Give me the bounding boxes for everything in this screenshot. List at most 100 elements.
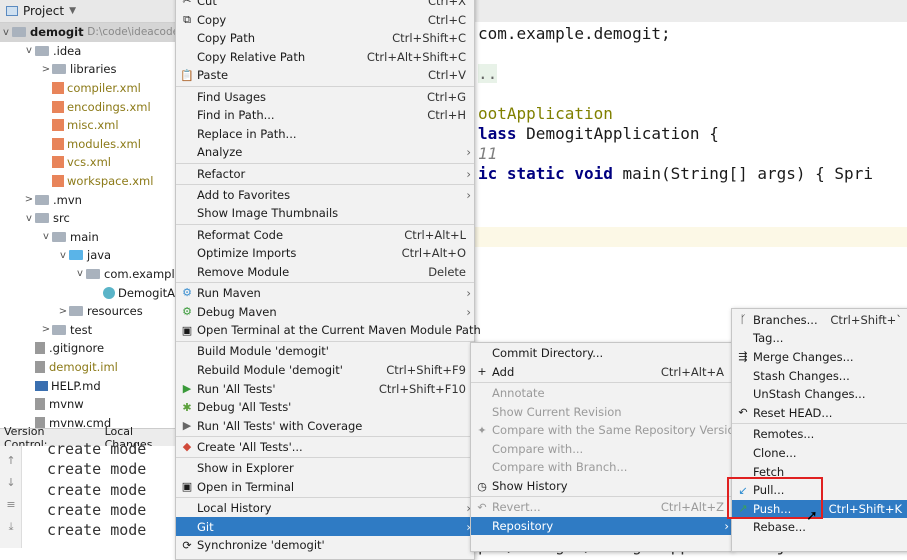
menu-item-rebuild-module-demogit[interactable]: Rebuild Module 'demogit' Ctrl+Shift+F9: [176, 361, 474, 380]
menu-item-run-all-tests[interactable]: ▶ Run 'All Tests' Ctrl+Shift+F10: [176, 379, 474, 398]
menu-item-show-image-thumbnails[interactable]: Show Image Thumbnails: [176, 204, 474, 223]
tree-item[interactable]: v src: [23, 209, 70, 228]
code-editor[interactable]: com.example.demogit; .. ootApplication l…: [475, 0, 907, 310]
chevron-down-icon[interactable]: v: [74, 268, 86, 279]
menu-item-add[interactable]: + Add Ctrl+Alt+A: [471, 363, 732, 382]
menu-item-find-in-path[interactable]: Find in Path... Ctrl+H: [176, 106, 474, 125]
menu-item-merge-changes[interactable]: ⇶ Merge Changes...: [732, 348, 907, 367]
tree-item[interactable]: v java: [57, 246, 111, 265]
chevron-down-icon[interactable]: v: [40, 231, 52, 242]
tree-item[interactable]: .gitignore: [23, 339, 104, 358]
tree-item[interactable]: > test: [40, 321, 92, 340]
menu-item-clone[interactable]: Clone...: [732, 444, 907, 463]
menu-item-tag[interactable]: Tag...: [732, 329, 907, 348]
menu-item-local-history[interactable]: Local History ›: [176, 499, 474, 518]
menu-item-show-current-revision[interactable]: Show Current Revision: [471, 402, 732, 421]
menu-item-label: Run Maven: [197, 285, 261, 300]
arrow-down-icon[interactable]: ↓: [0, 476, 22, 489]
menu-item-rebase[interactable]: Rebase...: [732, 518, 907, 537]
menu-item-remove-module[interactable]: Remove Module Delete: [176, 263, 474, 282]
menu-item-stash-changes[interactable]: Stash Changes...: [732, 366, 907, 385]
menu-item-compare-with[interactable]: Compare with...: [471, 440, 732, 459]
chevron-right-icon[interactable]: >: [40, 64, 52, 75]
tree-item[interactable]: encodings.xml: [40, 97, 151, 116]
menu-item-git[interactable]: Git ›: [176, 517, 474, 536]
menu-item-label: Rebase...: [753, 520, 806, 535]
menu-item-copy-relative-path[interactable]: Copy Relative Path Ctrl+Alt+Shift+C: [176, 48, 474, 67]
menu-item-unstash-changes[interactable]: UnStash Changes...: [732, 385, 907, 404]
tree-item[interactable]: > resources: [57, 302, 143, 321]
menu-item-paste[interactable]: 📋 Paste Ctrl+V: [176, 66, 474, 85]
menu-item-annotate[interactable]: Annotate: [471, 384, 732, 403]
tree-item[interactable]: > libraries: [40, 60, 117, 79]
menu-item-revert[interactable]: ↶ Revert... Ctrl+Alt+Z: [471, 498, 732, 517]
menu-item-debug-all-tests[interactable]: ✱ Debug 'All Tests': [176, 398, 474, 417]
menu-item-open-terminal-at-the-current-maven-module-path[interactable]: ▣ Open Terminal at the Current Maven Modu…: [176, 321, 481, 340]
menu-item-copy-path[interactable]: Copy Path Ctrl+Shift+C: [176, 29, 474, 48]
root-path: D:\code\ideacode: [87, 26, 180, 39]
tree-item[interactable]: v main: [40, 228, 99, 247]
chevron-down-icon[interactable]: v: [57, 250, 69, 261]
tree-item[interactable]: HELP.md: [23, 376, 101, 395]
tree-item[interactable]: mvnw: [23, 395, 84, 414]
menu-item-add-to-favorites[interactable]: Add to Favorites ›: [176, 186, 474, 205]
menu-item-commit-directory[interactable]: Commit Directory...: [471, 344, 732, 363]
tree-item-label: resources: [87, 304, 143, 319]
tree-item[interactable]: DemogitAp: [91, 283, 182, 302]
context-menu: ✂ Cut Ctrl+X ⧉ Copy Ctrl+C Copy Path Ctrl+Shift…: [175, 0, 481, 560]
chevron-down-icon[interactable]: ▼: [69, 6, 76, 16]
menu-item-debug-maven[interactable]: ⚙ Debug Maven ›: [176, 302, 474, 321]
soft-wrap-icon[interactable]: ≡: [0, 498, 22, 511]
chevron-right-icon[interactable]: >: [57, 306, 69, 317]
project-header[interactable]: Project ▼: [0, 0, 180, 23]
menu-item-build-module-demogit[interactable]: Build Module 'demogit': [176, 342, 474, 361]
menu-item-show-history[interactable]: ◷ Show History: [471, 477, 732, 496]
menu-item-run-all-tests-with-coverage[interactable]: ▶ Run 'All Tests' with Coverage: [176, 417, 474, 436]
menu-item-find-usages[interactable]: Find Usages Ctrl+G: [176, 87, 474, 106]
menu-item-compare-with-the-same-repository-version[interactable]: ✦ Compare with the Same Repository Versio…: [471, 421, 741, 440]
folded-imports[interactable]: ..: [478, 64, 498, 83]
menu-item-synchronize-demogit[interactable]: ⟳ Synchronize 'demogit': [176, 536, 474, 555]
menu-item-cut[interactable]: ✂ Cut Ctrl+X: [176, 0, 474, 10]
menu-item-optimize-imports[interactable]: Optimize Imports Ctrl+Alt+O: [176, 244, 474, 263]
menu-item-branches[interactable]: ᚴ Branches... Ctrl+Shift+`: [732, 311, 907, 330]
tree-item[interactable]: v com.example.: [74, 265, 185, 284]
menu-item-analyze[interactable]: Analyze ›: [176, 143, 474, 162]
root-name: demogit: [30, 25, 84, 40]
tree-item[interactable]: compiler.xml: [40, 79, 141, 98]
tree-item[interactable]: vcs.xml: [40, 153, 111, 172]
chevron-right-icon[interactable]: >: [40, 324, 52, 335]
copy-icon: ⧉: [183, 12, 191, 26]
menu-item-reset-head[interactable]: ↶ Reset HEAD...: [732, 404, 907, 423]
menu-item-repository[interactable]: Repository ›: [471, 516, 732, 536]
menu-item-refactor[interactable]: Refactor ›: [176, 164, 474, 183]
menu-item-label: Reset HEAD...: [753, 405, 833, 420]
menu-item-show-in-explorer[interactable]: Show in Explorer: [176, 459, 474, 478]
menu-item-replace-in-path[interactable]: Replace in Path...: [176, 125, 474, 144]
menu-item-run-maven[interactable]: ⚙ Run Maven ›: [176, 284, 474, 303]
project-title: Project: [23, 4, 65, 18]
chevron-down-icon[interactable]: v: [23, 45, 35, 56]
tree-root[interactable]: v demogit D:\code\ideacode: [0, 23, 180, 42]
menu-item-create-all-tests[interactable]: ◆ Create 'All Tests'...: [176, 438, 474, 457]
branches-icon: ᚴ: [739, 313, 747, 327]
tree-item[interactable]: demogit.iml: [23, 358, 118, 377]
menu-item-remotes[interactable]: Remotes...: [732, 425, 907, 444]
tree-item[interactable]: modules.xml: [40, 135, 141, 154]
tree-item[interactable]: misc.xml: [40, 116, 119, 135]
folder-icon: [52, 64, 66, 75]
tree-item[interactable]: > .mvn: [23, 190, 82, 209]
tree-item[interactable]: v .idea: [23, 42, 81, 61]
chevron-down-icon[interactable]: v: [0, 27, 12, 38]
menu-item-open-in-terminal[interactable]: ▣ Open in Terminal: [176, 478, 474, 497]
menu-item-copy[interactable]: ⧉ Copy Ctrl+C: [176, 10, 474, 29]
arrow-up-icon[interactable]: ↑: [0, 454, 22, 467]
menu-item-shortcut: Ctrl+Alt+L: [404, 227, 466, 242]
chevron-down-icon[interactable]: v: [23, 213, 35, 224]
menu-item-compare-with-branch[interactable]: Compare with Branch...: [471, 458, 732, 477]
chevron-right-icon[interactable]: >: [23, 194, 35, 205]
menu-item-reformat-code[interactable]: Reformat Code Ctrl+Alt+L: [176, 225, 474, 244]
tree-item[interactable]: workspace.xml: [40, 172, 153, 191]
scroll-to-end-icon[interactable]: ⤓: [0, 520, 22, 534]
menu-item-label: Show in Explorer: [197, 461, 294, 476]
